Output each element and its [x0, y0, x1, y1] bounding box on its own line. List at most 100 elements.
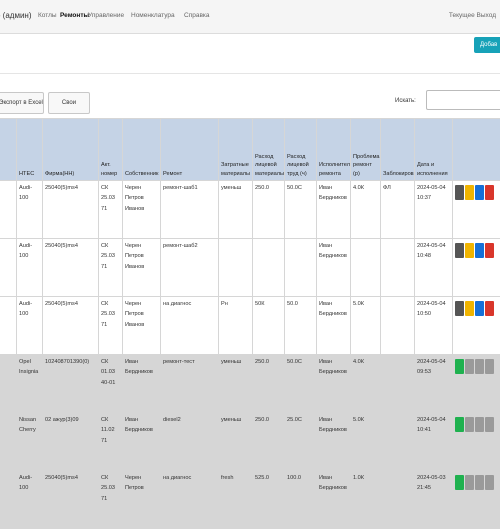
delete-icon[interactable] — [485, 475, 494, 490]
delete-icon[interactable] — [485, 417, 494, 432]
delete-icon[interactable] — [485, 243, 494, 258]
column-header[interactable]: Расход лицевой материалы — [253, 119, 285, 181]
cell-text: Рн — [221, 301, 228, 307]
delete-icon[interactable] — [485, 301, 494, 316]
info-icon[interactable] — [475, 185, 484, 200]
cell-text: Черен Петров Иванов — [125, 301, 144, 328]
table-cell: уменьш — [219, 355, 253, 413]
column-header[interactable]: Проблема ремонт (р) — [351, 119, 381, 181]
edit-icon[interactable] — [465, 185, 474, 200]
column-header[interactable]: Затратные материалы — [219, 119, 253, 181]
table-row[interactable]: Audi-10025040(5)ms4СК 25.03 71Черен Петр… — [0, 239, 500, 297]
cell-text: Audi-100 — [19, 243, 32, 259]
search-input[interactable] — [426, 90, 500, 110]
table-row[interactable]: ✔Opel Insignia102408701390(0)СК 01.03 40… — [0, 355, 500, 413]
view-icon[interactable] — [455, 301, 464, 316]
edit-icon[interactable] — [465, 359, 474, 374]
cell-text: 02 ажур(3)09 — [45, 417, 79, 423]
table-cell: ремонт-шаб1 — [161, 181, 219, 239]
brand-label[interactable]: o (админ) — [0, 11, 32, 20]
approve-icon[interactable] — [455, 417, 464, 432]
table-cell: 102408701390(0) — [43, 355, 99, 413]
table-cell: 25.0С — [285, 413, 317, 471]
table-cell: 25040(5)ms4 — [43, 297, 99, 355]
cell-text: 50К — [255, 301, 264, 307]
cell-text: 4.0К — [353, 185, 364, 191]
table-cell: 50К — [253, 297, 285, 355]
table-cell: Opel Insignia — [17, 355, 43, 413]
info-icon[interactable] — [475, 301, 484, 316]
column-header[interactable]: Исполнитель ремонта — [317, 119, 351, 181]
columns-button[interactable]: Свои Столбцы — [48, 92, 90, 114]
nav-item-management[interactable]: Управление — [88, 12, 124, 19]
table-cell — [285, 239, 317, 297]
cell-text: 250.0 — [255, 417, 269, 423]
approve-icon[interactable] — [455, 359, 464, 374]
cell-text: Opel Insignia — [19, 359, 38, 375]
table-cell: Иван Бердников — [317, 239, 351, 297]
table-cell — [381, 355, 415, 413]
column-header[interactable]: Фирма(НН) — [43, 119, 99, 181]
column-header[interactable]: Кл. — [0, 119, 17, 181]
column-header[interactable]: НТЕС — [17, 119, 43, 181]
cell-text: Иван Бердников — [319, 417, 347, 433]
search-label: Искать: — [395, 98, 416, 104]
cell-text: 25.0С — [287, 417, 302, 423]
nav-item-nomenclature[interactable]: Номенклатура — [131, 12, 175, 19]
cell-text: 5.0К — [353, 417, 364, 423]
table-cell: 4.0К — [351, 355, 381, 413]
delete-icon[interactable] — [485, 359, 494, 374]
table-row[interactable]: ✔Nissan Cherry02 ажур(3)09СК 11.02 71Ива… — [0, 413, 500, 471]
info-icon[interactable] — [475, 417, 484, 432]
table-cell — [381, 413, 415, 471]
nav-item-repairs[interactable]: Ремонты — [60, 12, 89, 19]
delete-icon[interactable] — [485, 185, 494, 200]
view-icon[interactable] — [455, 185, 464, 200]
column-header[interactable]: Ремонт — [161, 119, 219, 181]
table-cell: 4.0К — [351, 181, 381, 239]
table-row[interactable]: Audi-10025040(5)ms4СК 25.03 71Черен Петр… — [0, 181, 500, 239]
cell-text: 50.0С — [287, 185, 302, 191]
approve-icon[interactable] — [455, 475, 464, 490]
table-cell: Иван Бердников — [317, 413, 351, 471]
column-header[interactable]: Заблокировано — [381, 119, 415, 181]
table-row[interactable]: Audi-10025040(5)ms4СК 25.03 71Черен Петр… — [0, 297, 500, 355]
edit-icon[interactable] — [465, 475, 474, 490]
cell-text: 2024-05-04 09:53 — [417, 359, 446, 375]
column-header[interactable]: Собственник — [123, 119, 161, 181]
info-icon[interactable] — [475, 243, 484, 258]
cell-text: Черен Петров Иванов — [125, 243, 144, 270]
table-cell: 5.0К — [351, 297, 381, 355]
column-header[interactable]: Расход лицевой труд (ч) — [285, 119, 317, 181]
view-icon[interactable] — [455, 243, 464, 258]
nav-item-boilers[interactable]: Котлы — [38, 12, 57, 19]
column-header[interactable]: Дата и исполнения — [415, 119, 453, 181]
info-icon[interactable] — [475, 475, 484, 490]
cell-text: 2024-05-04 10:48 — [417, 243, 446, 259]
table-cell — [0, 297, 17, 355]
table-cell: Audi-100 — [17, 297, 43, 355]
cell-text: Audi-100 — [19, 185, 32, 201]
cell-text: Audi-100 — [19, 475, 32, 491]
cell-text: 102408701390(0) — [45, 359, 89, 365]
table-cell: на диагнос — [161, 297, 219, 355]
table-cell: 2024-05-04 09:53 — [415, 355, 453, 413]
cell-text: СК 25.03 71 — [101, 475, 115, 502]
cell-text: 5.0К — [353, 301, 364, 307]
row-actions — [453, 297, 500, 355]
column-header[interactable]: Акт. номер — [99, 119, 123, 181]
cell-text: Nissan Cherry — [19, 417, 36, 433]
edit-icon[interactable] — [465, 243, 474, 258]
export-excel-button[interactable]: Экспорт в Excel — [0, 92, 44, 114]
table-cell: уменьш — [219, 413, 253, 471]
add-button[interactable]: Добав — [474, 37, 500, 53]
table-cell — [0, 181, 17, 239]
edit-icon[interactable] — [465, 417, 474, 432]
table-cell: 50.0С — [285, 355, 317, 413]
cell-text: 2024-05-04 10:50 — [417, 301, 446, 317]
info-icon[interactable] — [475, 359, 484, 374]
table-cell: 2024-05-04 10:37 — [415, 181, 453, 239]
nav-user-links[interactable]: Текущее Выход — [449, 12, 496, 19]
edit-icon[interactable] — [465, 301, 474, 316]
nav-item-help[interactable]: Справка — [184, 12, 210, 19]
